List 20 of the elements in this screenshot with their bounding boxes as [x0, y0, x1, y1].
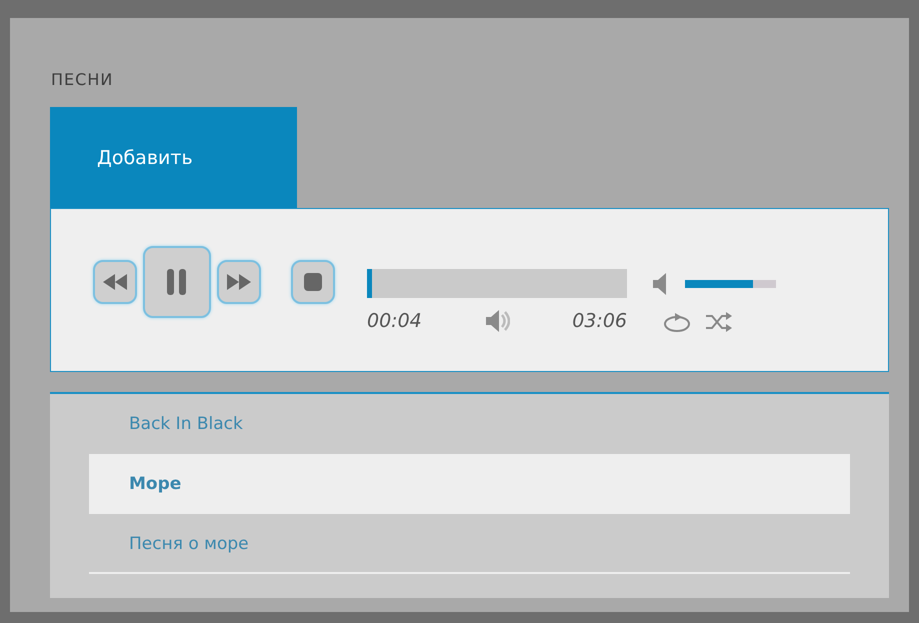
- forward-button[interactable]: [217, 260, 261, 304]
- pause-icon: [167, 269, 187, 295]
- song-item[interactable]: Песня о море: [89, 514, 850, 574]
- section-title: ПЕСНИ: [50, 69, 114, 91]
- pause-button[interactable]: [143, 246, 211, 318]
- duration-time: 03:06: [572, 310, 627, 332]
- shuffle-icon[interactable]: [705, 311, 733, 333]
- stop-icon: [304, 273, 322, 291]
- add-tab[interactable]: Добавить: [50, 107, 297, 208]
- forward-icon: [227, 274, 251, 290]
- elapsed-time: 00:04: [367, 310, 422, 332]
- stop-button[interactable]: [291, 260, 335, 304]
- volume-icon[interactable]: [651, 271, 669, 297]
- repeat-icon[interactable]: [663, 311, 691, 333]
- rewind-button[interactable]: [93, 260, 137, 304]
- volume-slider[interactable]: [685, 280, 776, 288]
- mute-icon[interactable]: [484, 308, 510, 334]
- song-item[interactable]: Море: [89, 454, 850, 514]
- rewind-icon: [103, 274, 127, 290]
- song-item[interactable]: Back In Black: [89, 394, 850, 454]
